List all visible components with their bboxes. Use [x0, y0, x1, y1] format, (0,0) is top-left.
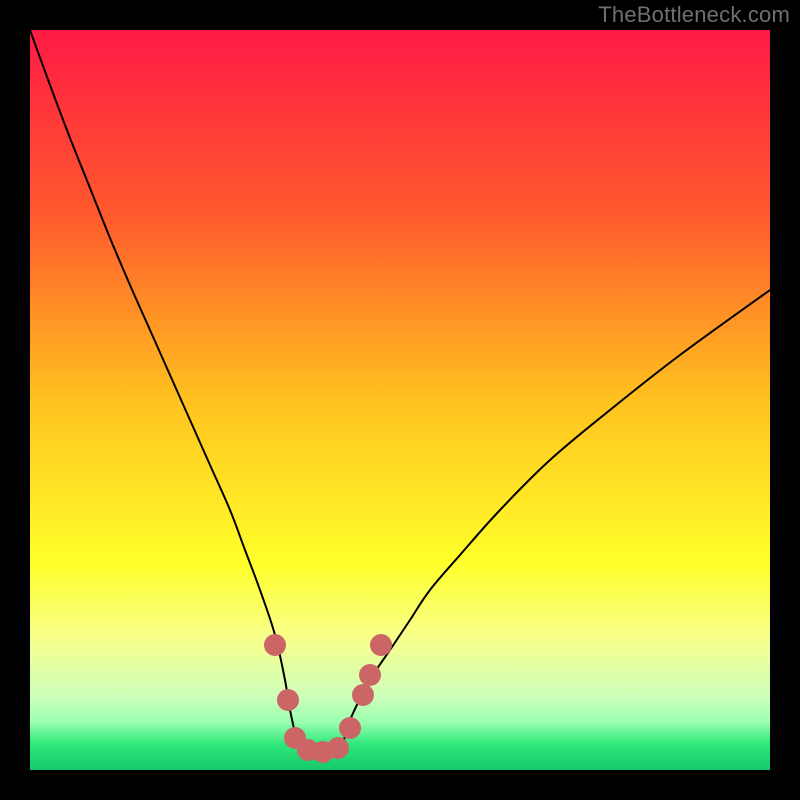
highlight-dot: [370, 634, 392, 656]
highlight-dot: [352, 684, 374, 706]
bottleneck-chart: [0, 0, 800, 800]
watermark-text: TheBottleneck.com: [598, 2, 790, 28]
plot-background: [30, 30, 770, 770]
chart-frame: TheBottleneck.com: [0, 0, 800, 800]
highlight-dot: [264, 634, 286, 656]
highlight-dot: [359, 664, 381, 686]
highlight-dot: [327, 737, 349, 759]
highlight-dot: [277, 689, 299, 711]
highlight-dot: [339, 717, 361, 739]
